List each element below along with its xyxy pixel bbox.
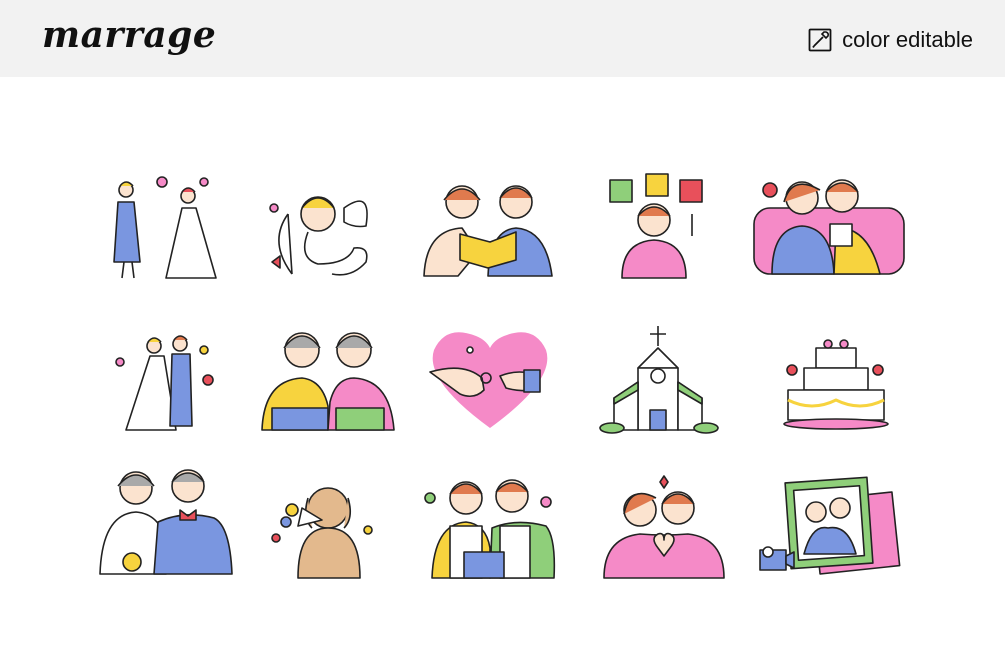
- page-title: marrage: [42, 14, 217, 56]
- color-picker-icon: [808, 28, 832, 52]
- dog-with-bouquet-icon: [262, 468, 402, 588]
- wedding-cake-icon: [766, 320, 906, 440]
- header-bar: marrage color editable: [0, 0, 1005, 77]
- bridesmaid-and-bride-icon: [100, 168, 240, 288]
- couple-heart-hands-icon: [594, 470, 734, 590]
- woman-choosing-dress-icon: [588, 168, 728, 288]
- senior-couple-icon: [96, 462, 236, 582]
- color-editable-badge: color editable: [808, 26, 973, 54]
- cupid-icon: [262, 178, 402, 298]
- bride-and-groom-icon: [100, 320, 240, 440]
- couple-cooking-icon: [420, 468, 560, 588]
- photo-frame-camera-icon: [756, 470, 901, 590]
- couple-reading-book-icon: [418, 172, 558, 292]
- color-editable-label: color editable: [842, 27, 973, 52]
- couple-on-sofa-icon: [752, 168, 905, 288]
- wedding-chapel-icon: [588, 320, 728, 440]
- grandmothers-hanbok-icon: [258, 316, 398, 436]
- ring-heart-icon: [420, 320, 560, 440]
